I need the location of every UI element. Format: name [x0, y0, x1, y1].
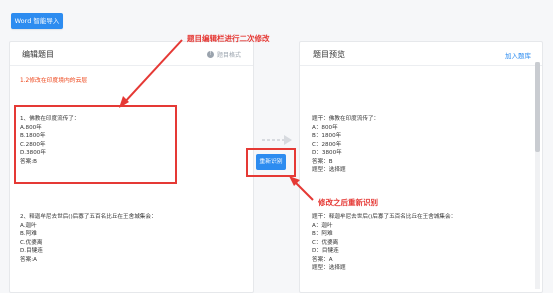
panel-divider	[300, 65, 542, 66]
transfer-arrow-icon	[262, 135, 292, 145]
preview-scrollbar-thumb[interactable]	[535, 62, 540, 152]
panel-divider	[10, 65, 253, 66]
annotation-edit-note: 题目编辑栏进行二次修改	[187, 34, 270, 43]
edit-hint-text: 1.2修改在印度境内的云层	[20, 78, 88, 84]
question-2-editor[interactable]: 2、释迦牟尼去世后()后寡了五百名比丘在王舍城集会： A.迦叶 B.阿难 C.优…	[20, 213, 157, 264]
edit-panel-title: 编辑题目	[22, 50, 54, 59]
info-icon: !	[207, 51, 214, 58]
add-to-bank-link[interactable]: 加入题库	[505, 50, 531, 60]
question-1-preview: 题干：佛教在印度流传了： A：800年 B：1800年 C：2800年 D：38…	[312, 116, 380, 173]
question-2-preview: 题干：释迦牟尼去世后()后寡了五百名比丘在王舍城集会： A：迦叶 B：阿难 C：…	[312, 214, 457, 271]
word-import-button[interactable]: Word 智能导入	[11, 13, 63, 29]
question-format-label: 题目格式	[217, 52, 242, 59]
question-format-link[interactable]: ! 题目格式	[207, 50, 241, 59]
annotation-reparse-note: 修改之后重新识别	[318, 198, 378, 207]
reparse-highlight-box	[246, 148, 296, 177]
edit-highlight-box	[14, 105, 177, 184]
preview-panel-title: 题目预览	[313, 50, 345, 59]
